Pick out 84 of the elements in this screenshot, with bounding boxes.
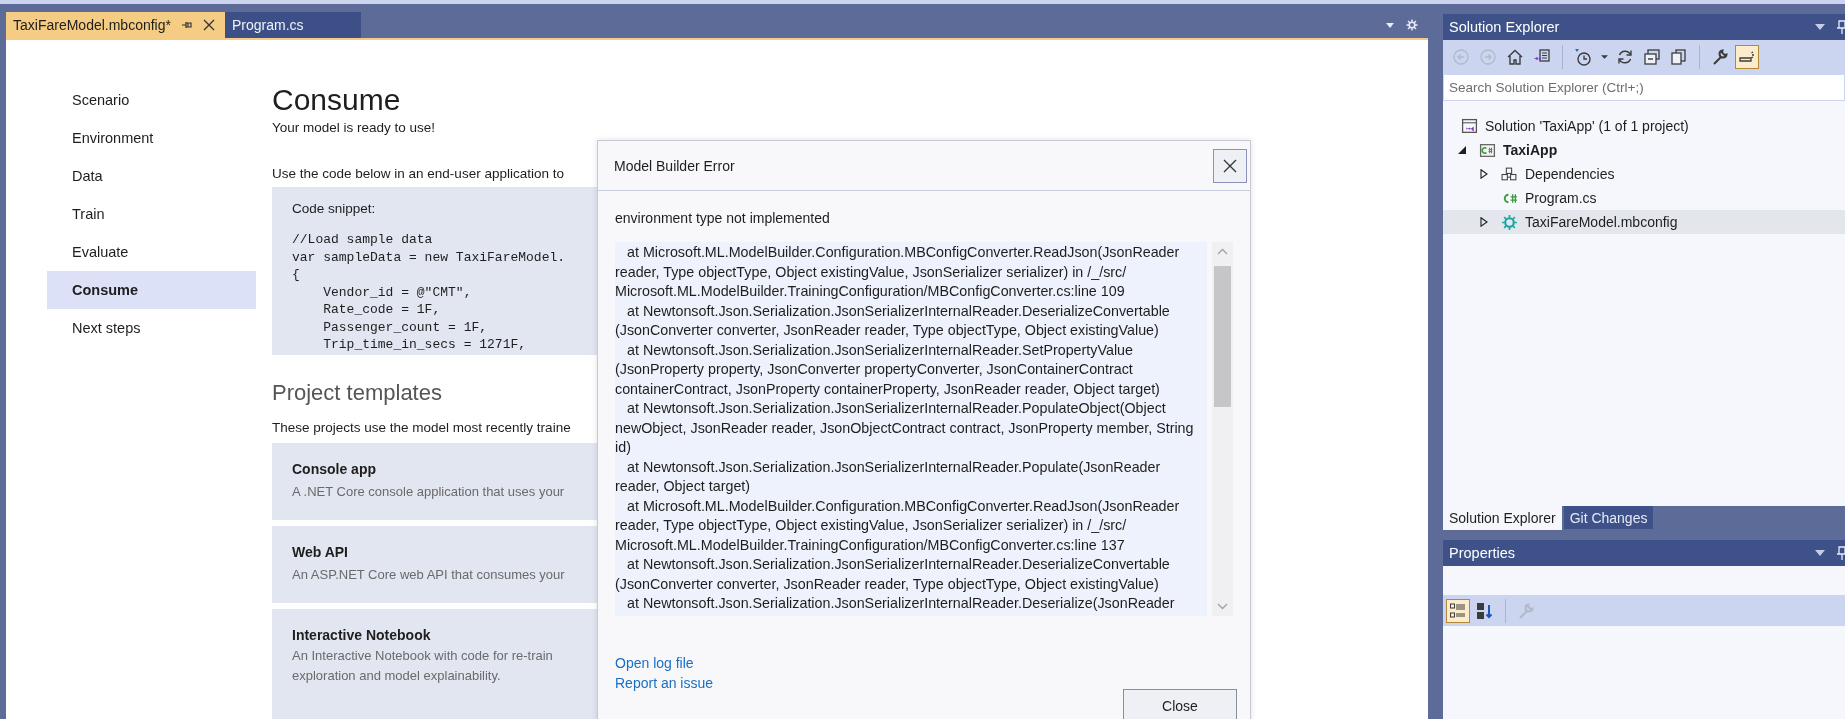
close-icon[interactable] (202, 19, 215, 31)
editor-tab[interactable]: TaxiFareModel.mbconfig* (6, 12, 225, 38)
project-icon (1479, 141, 1496, 159)
editor-tab[interactable]: Program.cs (224, 12, 361, 38)
gear-icon (1501, 213, 1518, 231)
nav-item[interactable]: Environment (47, 119, 256, 157)
pin-icon[interactable] (1837, 546, 1845, 560)
categorized-icon (1449, 601, 1467, 620)
section-intro: These projects use the model most recently traine (272, 419, 571, 437)
copy-icon (1670, 48, 1688, 66)
panel-title: Solution Explorer (1449, 19, 1560, 35)
categorized-button[interactable] (1446, 598, 1470, 623)
dialog-title: Model Builder Error (614, 157, 735, 174)
scrollbar-thumb[interactable] (1214, 266, 1231, 407)
stack-trace-line: containerContract, JsonProperty containerProperty, JsonReader reader, Object target) (615, 379, 1160, 399)
nav-item[interactable]: Train (47, 195, 256, 233)
scrollbar[interactable] (1212, 242, 1233, 616)
preview-button[interactable] (1735, 45, 1759, 69)
pin-icon[interactable] (180, 19, 193, 31)
subtitle: Your model is ready to use! (272, 119, 436, 137)
dependencies-icon (1501, 165, 1518, 183)
template-description: An Interactive Notebook with code for re-train (292, 647, 553, 665)
nav-item[interactable]: Consume (47, 271, 256, 309)
code-line: { (292, 266, 300, 284)
snippet-label: Code snippet: (292, 200, 376, 218)
stack-trace-line: at Newtonsoft.Json.Serialization.JsonSerializerInternalReader.DeserializeConvertable (626, 301, 1170, 321)
tree-item[interactable]: TaxiFareModel.mbconfig (1443, 210, 1845, 234)
panel-tab[interactable]: Solution Explorer (1443, 506, 1562, 530)
tree-item[interactable]: Dependencies (1443, 162, 1845, 186)
code-line: Rate_code = 1F, (322, 301, 441, 319)
stack-trace-line: (JsonProperty property, JsonConverter propertyConverter, JsonContainerContract (615, 360, 1133, 379)
template-description: A .NET Core console application that uses your (292, 483, 565, 501)
template-title: Interactive Notebook (292, 626, 431, 645)
stack-trace-line: at Newtonsoft.Json.Serialization.JsonSerializerInternalReader.SetPropertyValue (626, 340, 1133, 360)
stack-trace-line: (JsonConverter converter, JsonReader reader, Type objectType, Object existingValue) (615, 321, 1159, 340)
back-icon (1452, 48, 1470, 66)
clock-icon (1574, 48, 1592, 66)
wrench-icon (1517, 601, 1535, 620)
error-message: environment type not implemented (615, 209, 830, 228)
sort-icon (1476, 601, 1494, 620)
settings-icon[interactable] (1406, 19, 1418, 31)
tree-item[interactable]: Solution 'TaxiApp' (1 of 1 project) (1443, 114, 1845, 138)
stack-trace-line: Microsoft.ML.ModelBuilder.TrainingConfiguration/MBConfigConverter.cs:line 109 (615, 282, 1125, 301)
tree-item[interactable]: Program.cs (1443, 186, 1845, 210)
intro-text: Use the code below in an end-user application to (272, 165, 564, 183)
nav-item[interactable]: Data (47, 157, 256, 195)
panel-tab[interactable]: Git Changes (1563, 506, 1654, 529)
stack-trace-line: reader, Type objectType, Object existingValue, JsonSerializer serializer) in /_/src/ (615, 262, 1127, 282)
template-description: An ASP.NET Core web API that consumes your (292, 566, 565, 584)
stack-trace-line: at Microsoft.ML.ModelBuilder.Configuration.MBConfigConverter.ReadJson(JsonReader (626, 243, 1180, 262)
caret-icon (1600, 55, 1608, 59)
page-heading: Consume (272, 82, 402, 118)
tree-item[interactable]: TaxiApp (1443, 138, 1845, 162)
pin-icon[interactable] (1837, 20, 1845, 34)
nav-item[interactable]: Scenario (47, 81, 256, 119)
forward-icon (1479, 48, 1497, 66)
section-heading: Project templates (272, 379, 442, 407)
nav-item[interactable]: Evaluate (47, 233, 256, 271)
collapsed-arrow-icon[interactable] (1479, 169, 1489, 179)
wrench-icon (1711, 48, 1729, 66)
solution-icon (1461, 117, 1478, 135)
dropdown-icon[interactable] (1815, 24, 1825, 30)
code-line: //Load sample data (292, 231, 433, 249)
collapsed-arrow-icon[interactable] (1479, 217, 1489, 227)
code-line: Trip_time_in_secs = 1271F, (322, 336, 527, 354)
home-icon (1506, 48, 1524, 66)
close-icon (1223, 158, 1237, 173)
expanded-arrow-icon[interactable] (1457, 145, 1467, 155)
code-line: var sampleData = new TaxiFareModel. (292, 248, 566, 266)
code-line: Vendor_id = @"CMT", (322, 283, 472, 301)
nav-item[interactable]: Next steps (47, 309, 256, 347)
close-button[interactable]: Close (1123, 689, 1237, 719)
close-button[interactable] (1213, 148, 1247, 183)
template-title: Console app (292, 460, 376, 479)
dropdown-icon[interactable] (1815, 550, 1825, 556)
collapse-icon (1643, 48, 1661, 66)
code-line: Passenger_count = 1F, (322, 318, 488, 336)
search-field[interactable]: Search Solution Explorer (Ctrl+;) (1443, 74, 1845, 101)
refresh-icon (1616, 48, 1634, 66)
template-title: Web API (292, 543, 348, 562)
stack-trace-line: at Newtonsoft.Json.Serialization.JsonSerializerInternalReader.PopulateObject(Object (626, 399, 1166, 418)
panel-title: Properties (1449, 545, 1516, 561)
stack-trace-line: newObject, JsonReader reader, JsonObjectContract contract, JsonProperty member, String (615, 418, 1194, 438)
template-description: exploration and model explainability. (292, 667, 501, 685)
